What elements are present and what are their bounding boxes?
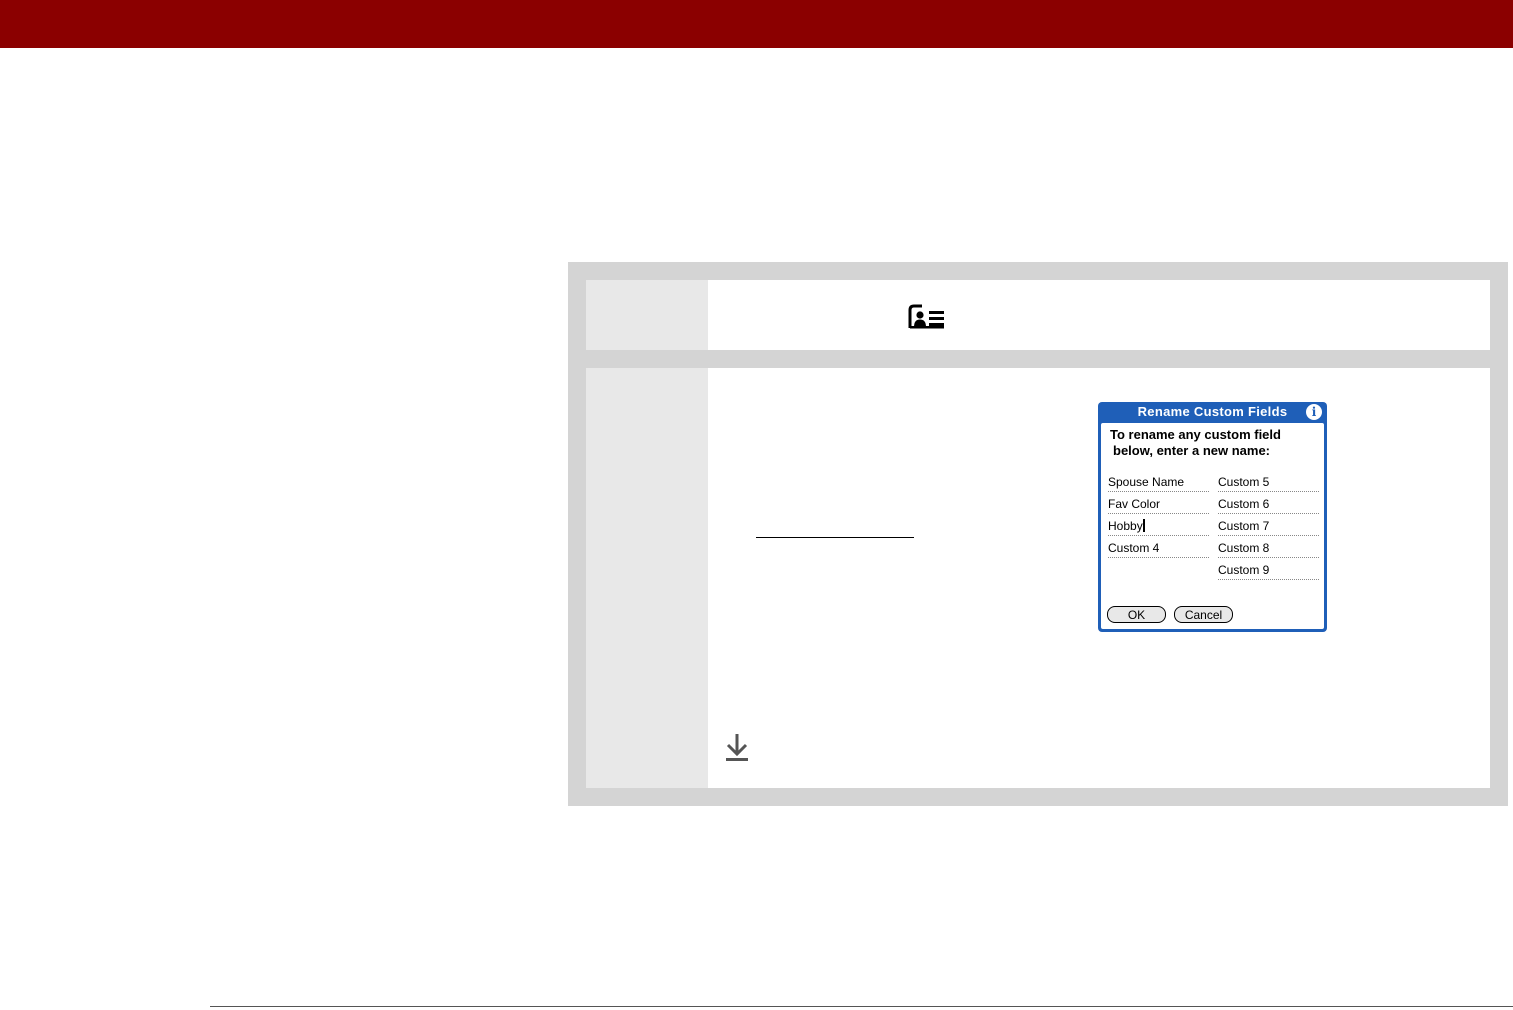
field-custom-8[interactable]: Custom 8 [1218,541,1319,558]
step-row-2: Rename Custom Fields i To rename any cus… [586,368,1490,788]
step-row-1 [586,280,1490,350]
cancel-button[interactable]: Cancel [1174,606,1233,623]
dialog-title: Rename Custom Fields [1137,404,1288,419]
download-arrow-icon [726,734,748,761]
step-number-cell-2 [586,368,708,788]
info-icon[interactable]: i [1306,404,1322,420]
field-fav-color[interactable]: Fav Color [1108,497,1209,514]
step-content-1 [708,280,1490,350]
field-custom-9[interactable]: Custom 9 [1218,563,1319,580]
dialog-instructions: To rename any custom field below, enter … [1110,427,1320,459]
field-custom-6[interactable]: Custom 6 [1218,497,1319,514]
step-content-2: Rename Custom Fields i To rename any cus… [708,368,1490,788]
procedure-table: Rename Custom Fields i To rename any cus… [568,262,1508,806]
field-custom-7[interactable]: Custom 7 [1218,519,1319,536]
field-spouse-name[interactable]: Spouse Name [1108,475,1209,492]
dialog-body: To rename any custom field below, enter … [1101,423,1324,629]
field-custom-5[interactable]: Custom 5 [1218,475,1319,492]
contacts-card-icon [908,304,944,329]
cross-reference-link[interactable] [756,537,914,538]
field-hobby-text: Hobby [1108,519,1143,533]
ok-button[interactable]: OK [1107,606,1166,623]
text-cursor [1142,519,1145,532]
field-custom-4[interactable]: Custom 4 [1108,541,1209,558]
header-bar [0,0,1513,48]
rename-custom-fields-dialog: Rename Custom Fields i To rename any cus… [1098,402,1327,632]
field-hobby[interactable]: Hobby [1108,519,1209,536]
instruction-line-2: below, enter a new name: [1113,443,1271,458]
step-number-cell-1 [586,280,708,350]
footer-rule [210,1006,1513,1007]
instruction-line-1: To rename any custom field [1110,427,1281,442]
